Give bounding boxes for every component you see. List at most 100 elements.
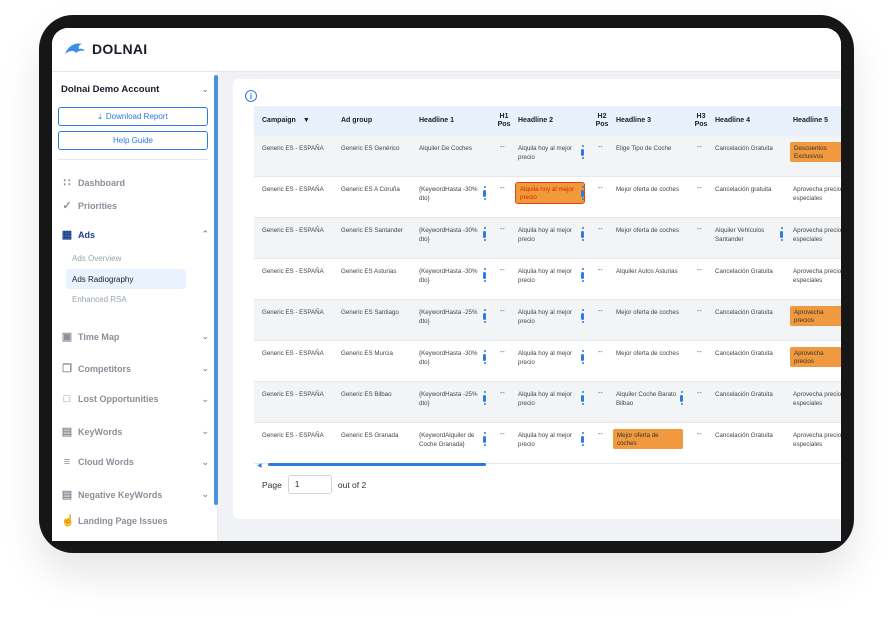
col-headline-1[interactable]: Headline 1 (419, 106, 454, 136)
cell-h2[interactable]: Alquila hoy al mejor precio (518, 349, 580, 367)
cell-h4[interactable]: Cancelación Gratuita (715, 390, 777, 399)
nav-lost-opportunities[interactable]: □ Lost Opportunities ⌄ (61, 393, 209, 405)
nav-cloud-words[interactable]: ≡ Cloud Words ⌄ (61, 456, 209, 468)
cell-h5[interactable]: Descuentos Exclusivos (790, 142, 841, 162)
col-h2-pos[interactable]: H2 Pos (595, 106, 609, 136)
col-headline-5[interactable]: Headline 5 (793, 106, 828, 136)
position-handle-icon[interactable] (483, 350, 486, 364)
cell-h5[interactable]: Aprovecha precios especiales (793, 390, 841, 408)
cell-campaign[interactable]: Generic ES - ESPAÑA (262, 144, 334, 153)
nav-dashboard[interactable]: ∷ Dashboard (61, 176, 209, 189)
cell-h5[interactable]: Aprovecha precios especiales (790, 347, 841, 367)
cell-h4[interactable]: Alquiler Vehículos Santander (715, 226, 777, 244)
cell-h2[interactable]: Alquila hoy al mejor precio (518, 390, 580, 408)
position-handle-icon[interactable] (581, 145, 584, 159)
account-selector[interactable]: Dolnai Demo Account ⌄ (61, 84, 209, 95)
cell-h3[interactable]: Mejor oferta de coches (616, 226, 682, 235)
sidebar-scroll-thumb[interactable] (214, 75, 218, 505)
cell-h5[interactable]: Aprovecha precios especiales (793, 226, 841, 244)
position-handle-icon[interactable] (483, 268, 486, 282)
nav-priorities[interactable]: ✓ Priorities (61, 199, 209, 212)
cell-adgroup[interactable]: Generic ES Granada (341, 431, 413, 440)
cell-h3[interactable]: Elige Tipo de Coche (616, 144, 682, 153)
position-handle-icon[interactable] (581, 350, 584, 364)
position-handle-icon[interactable] (780, 227, 783, 241)
position-handle-icon[interactable] (483, 432, 486, 446)
col-h3-pos[interactable]: H3 Pos (694, 106, 708, 136)
nav-ads[interactable]: ▦ Ads ⌃ (61, 228, 209, 241)
cell-campaign[interactable]: Generic ES - ESPAÑA (262, 431, 334, 440)
scroll-left-arrow-icon[interactable]: ◀ (257, 462, 262, 469)
nav-ads-overview[interactable]: Ads Overview (72, 254, 121, 263)
cell-h1[interactable]: {KeywordHasta -30% dto} (419, 267, 481, 285)
nav-enhanced-rsa[interactable]: Enhanced RSA (72, 295, 127, 304)
cell-campaign[interactable]: Generic ES - ESPAÑA (262, 267, 334, 276)
col-headline-2[interactable]: Headline 2 (518, 106, 553, 136)
cell-adgroup[interactable]: Generic ES A Coruña (341, 185, 413, 194)
col-headline-3[interactable]: Headline 3 (616, 106, 651, 136)
cell-h2[interactable]: Alquila hoy al mejor precio (518, 308, 580, 326)
cell-h2[interactable]: Alquila hoy al mejor precio (518, 144, 580, 162)
cell-h1[interactable]: {KeywordHasta -30% dto} (419, 226, 481, 244)
nav-competitors[interactable]: ❐ Competitors ⌄ (61, 362, 209, 375)
cell-h1[interactable]: {KeywordHasta -30% dto} (419, 185, 481, 203)
cell-h1[interactable]: {KeywordHasta -25% dto} (419, 308, 481, 326)
cell-campaign[interactable]: Generic ES - ESPAÑA (262, 226, 334, 235)
cell-h5[interactable]: Aprovecha precios especiales (790, 306, 841, 326)
position-handle-icon[interactable] (581, 309, 584, 323)
cell-h1[interactable]: {KeywordAlquiler de Coche Granada} (419, 431, 481, 449)
cell-campaign[interactable]: Generic ES - ESPAÑA (262, 185, 334, 194)
sidebar-scrollbar[interactable] (214, 75, 218, 535)
cell-h4[interactable]: Cancelación gratuita (715, 185, 777, 194)
nav-ads-radiography[interactable]: Ads Radiography (66, 269, 186, 289)
cell-h3[interactable]: Alquiler Coche Barato Bilbao (616, 390, 682, 408)
filter-icon[interactable]: ▼ (303, 117, 310, 125)
nav-negative-keywords[interactable]: ▤ Negative KeyWords ⌄ (61, 488, 209, 501)
cell-h4[interactable]: Cancelación Gratuita (715, 267, 777, 276)
nav-keywords[interactable]: ▤ KeyWords ⌄ (61, 425, 209, 438)
download-report-button[interactable]: ⤓ Download Report (58, 107, 208, 126)
cell-adgroup[interactable]: Generic ES Murcia (341, 349, 413, 358)
page-number-input[interactable]: 1 (287, 475, 332, 494)
cell-h3[interactable]: Mejor oferta de coches (616, 185, 682, 194)
col-campaign[interactable]: Campaign ▼ (262, 106, 310, 136)
position-handle-icon[interactable] (680, 391, 683, 405)
cell-campaign[interactable]: Generic ES - ESPAÑA (262, 349, 334, 358)
position-handle-icon[interactable] (581, 391, 584, 405)
cell-h5[interactable]: Aprovecha precios especiales (793, 185, 841, 203)
position-handle-icon[interactable] (581, 227, 584, 241)
info-icon[interactable]: i (245, 90, 257, 102)
position-handle-icon[interactable] (581, 186, 584, 200)
cell-h3[interactable]: Mejor oferta de coches (613, 429, 683, 449)
cell-adgroup[interactable]: Generic ES Santander (341, 226, 413, 235)
cell-adgroup[interactable]: Generic ES Genérico (341, 144, 413, 153)
logo[interactable]: DOLNAI (64, 41, 147, 57)
position-handle-icon[interactable] (581, 432, 584, 446)
cell-h2[interactable]: Alquila hoy al mejor precio (515, 182, 585, 204)
position-handle-icon[interactable] (581, 268, 584, 282)
cell-h2[interactable]: Alquila hoy al mejor precio (518, 267, 580, 285)
position-handle-icon[interactable] (483, 309, 486, 323)
cell-campaign[interactable]: Generic ES - ESPAÑA (262, 308, 334, 317)
cell-h4[interactable]: Cancelación Gratuita (715, 144, 777, 153)
cell-campaign[interactable]: Generic ES - ESPAÑA (262, 390, 334, 399)
cell-h3[interactable]: Alquiler Autos Asturias (616, 267, 682, 276)
nav-landing-page-issues[interactable]: ☝ Landing Page Issues (61, 514, 209, 527)
cell-h3[interactable]: Mejor oferta de coches (616, 308, 682, 317)
position-handle-icon[interactable] (483, 227, 486, 241)
cell-h1[interactable]: {KeywordHasta -25% dto} (419, 390, 481, 408)
position-handle-icon[interactable] (483, 391, 486, 405)
cell-h1[interactable]: Alquiler De Coches (419, 144, 481, 153)
position-handle-icon[interactable] (483, 186, 486, 200)
cell-adgroup[interactable]: Generic ES Santiago (341, 308, 413, 317)
cell-h3[interactable]: Mejor oferta de coches (616, 349, 682, 358)
cell-h5[interactable]: Aprovecha precios especiales (793, 267, 841, 285)
table-horizontal-scrollbar[interactable] (268, 463, 486, 466)
cell-adgroup[interactable]: Generic ES Asturias (341, 267, 413, 276)
col-headline-4[interactable]: Headline 4 (715, 106, 750, 136)
col-ad-group[interactable]: Ad group (341, 106, 372, 136)
cell-h1[interactable]: {KeywordHasta -30% dto} (419, 349, 481, 367)
help-guide-button[interactable]: Help Guide (58, 131, 208, 150)
cell-h5[interactable]: Aprovecha precios especiales (793, 431, 841, 449)
col-h1-pos[interactable]: H1 Pos (497, 106, 511, 136)
